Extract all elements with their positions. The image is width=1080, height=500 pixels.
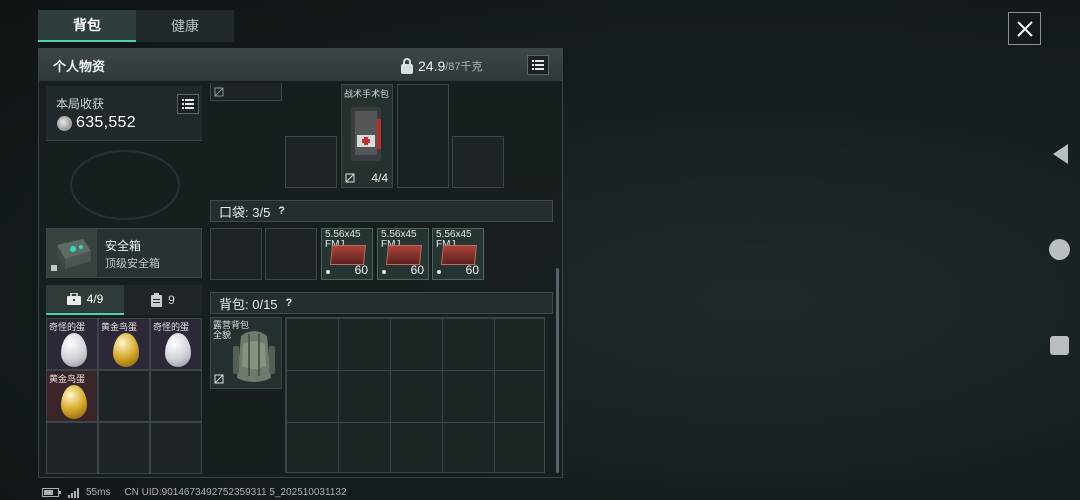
battery-icon [42,488,61,497]
briefcase-icon [66,293,81,305]
subtab-safe-label: 4/9 [86,292,104,306]
ammo-count: 60 [410,263,424,277]
nav-home-icon[interactable] [1049,239,1070,260]
safebox-name: 安全箱 [105,239,142,253]
item-label: 奇怪的蛋 [153,322,190,332]
close-icon [1016,20,1033,37]
ammo-box-icon [329,245,367,265]
backpack-equip-slot[interactable]: 露营背包 全貌 [210,317,282,389]
egg-icon [165,333,191,367]
subtab-other[interactable]: 9 [124,285,202,315]
item-label: 黄金鸟蛋 [49,374,86,384]
medkit-slot[interactable]: 战术手术包 4/4 [341,84,393,188]
backpack-label: 背包: 0/15 [219,296,278,312]
income-detail-button[interactable] [177,94,199,114]
inventory-scrollbar[interactable] [556,268,559,473]
safe-slot-4[interactable]: 黄金鸟蛋 [46,370,98,422]
nav-back-icon[interactable] [1052,143,1070,165]
ammo-count: 60 [354,263,368,277]
emblem-watermark [70,150,180,220]
backpack-header: 背包: 0/15 ? [210,292,553,314]
pockets-label: 口袋: 3/5 [219,204,271,220]
status-bar: 55ms CN UID:9014673492752359311 5_202510… [42,487,347,498]
safe-slot-3[interactable]: 奇怪的蛋 [150,318,202,370]
safebox-image [47,229,97,277]
medkit-uses: 4/4 [371,171,388,185]
rig-slot-1[interactable] [285,136,337,188]
panel-title: 个人物资 [53,58,106,74]
item-label: 奇怪的蛋 [49,322,86,332]
uid-text: CN UID:9014673492752359311 5_20251003113… [124,487,347,498]
dot-icon [382,270,386,274]
safe-slot-1[interactable]: 奇怪的蛋 [46,318,98,370]
ammo-slot-3[interactable]: 5.56x45 FMJ 60 [432,228,484,280]
ping-value: 55ms [86,487,111,498]
sort-list-button[interactable] [527,55,549,75]
safe-slot-5[interactable] [98,370,150,422]
weight-max: /87千克 [445,61,483,73]
safe-slot-2[interactable]: 黄金鸟蛋 [98,318,150,370]
safebox-icon [51,239,91,271]
tab-backpack[interactable]: 背包 [38,10,136,42]
weight-icon [401,58,413,74]
item-label: 黄金鸟蛋 [101,322,138,332]
list-icon [182,99,194,109]
pockets-header: 口袋: 3/5 ? [210,200,553,222]
pocket-slot-1[interactable] [210,228,262,280]
rig-slot-2[interactable] [397,84,449,188]
subtab-safe-items[interactable]: 4/9 [46,285,124,315]
safe-slot-6[interactable] [150,370,202,422]
tab-health[interactable]: 健康 [136,10,234,42]
backpack-icon [233,331,275,382]
income-label: 本局收获 [56,97,105,111]
help-icon[interactable]: ? [286,297,293,309]
safe-slot-9[interactable] [150,422,202,474]
coin-icon [57,116,72,131]
ammo-count: 60 [465,263,479,277]
dot-icon [437,270,441,274]
medkit-icon [351,107,381,161]
ammo-slot-2[interactable]: 5.56x45 FMJ 60 [377,228,429,280]
rig-slot-3[interactable] [452,136,504,188]
weight-indicator: 24.9 /87千克 [400,56,483,76]
close-button[interactable] [1008,12,1041,45]
ammo-box-icon [440,245,478,265]
clipboard-icon [151,293,163,307]
rig-slot-partial[interactable] [210,83,282,101]
pocket-slot-2[interactable] [265,228,317,280]
unlock-icon [214,374,224,384]
panel-header: 个人物资 [39,49,562,81]
weight-current: 24.9 [418,58,446,74]
list-icon [532,60,544,70]
egg-icon [61,333,87,367]
safebox-subtitle: 顶级安全箱 [105,258,160,270]
ammo-box-icon [385,245,423,265]
unlock-icon [214,87,224,97]
safe-slot-7[interactable] [46,422,98,474]
medkit-label: 战术手术包 [344,89,390,99]
backpack-grid[interactable] [285,317,545,473]
unlock-icon [345,173,355,183]
income-value: 635,552 [76,114,136,131]
egg-icon [113,333,139,367]
signal-icon [68,487,79,498]
safe-slot-8[interactable] [98,422,150,474]
top-tabbar: 背包 健康 [38,10,234,42]
egg-icon [61,385,87,419]
ammo-slot-1[interactable]: 5.56x45 FMJ 60 [321,228,373,280]
help-icon[interactable]: ? [278,205,285,217]
nav-recent-icon[interactable] [1050,336,1069,355]
container-subtabs: 4/9 9 [46,285,202,315]
subtab-other-label: 9 [168,293,175,307]
dot-icon [326,270,330,274]
